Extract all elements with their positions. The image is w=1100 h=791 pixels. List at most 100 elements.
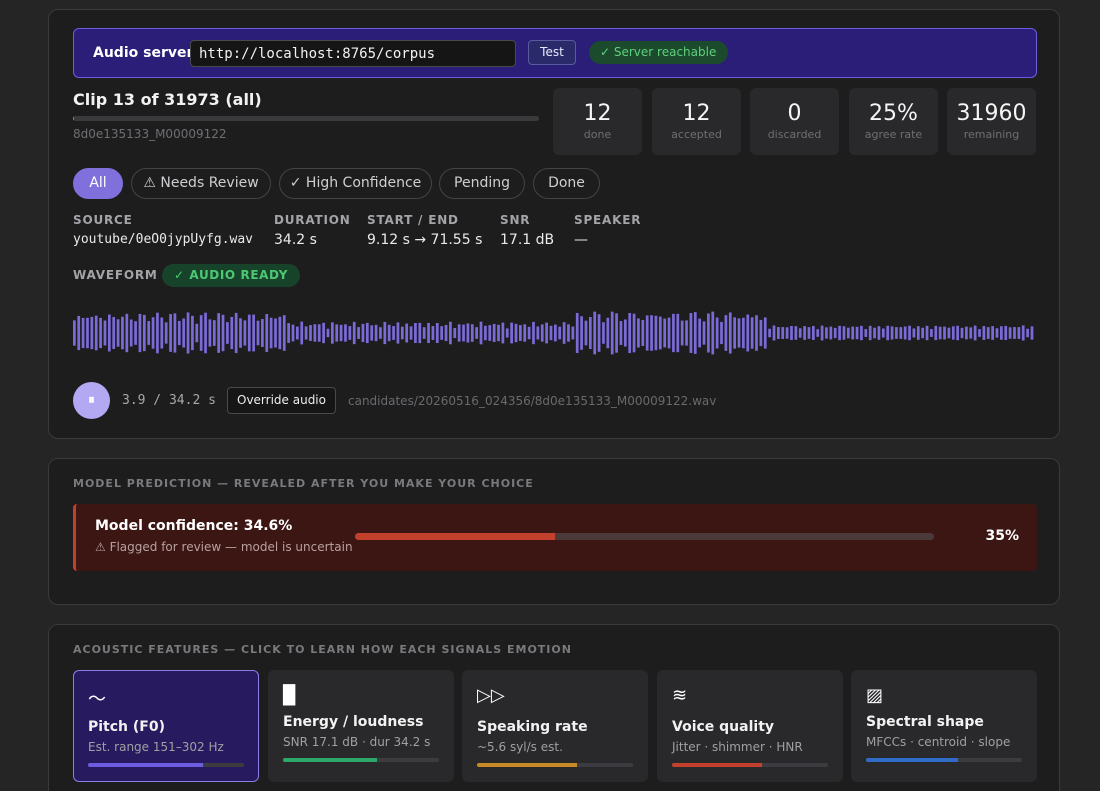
waveform-bar [322,322,325,344]
waveform-bar [794,326,798,340]
speaker-value: — [574,232,588,248]
waveform-bar [965,326,968,340]
feature-bar [477,763,633,767]
waveform-bar [282,315,286,351]
waveform-bar [370,325,374,341]
bar-icon: ▉ [283,685,297,706]
waveform-bar [125,313,129,353]
clip-card: Audio server: Test ✓ Server reachable Cl… [48,9,1060,439]
waveform-bar [680,320,684,346]
feature-bar [866,758,1022,762]
feature-card-spectral-shape[interactable]: ▨ Spectral shape MFCCs · centroid · slop… [851,670,1037,782]
waveform-bar [405,323,409,343]
audio-server-url-input[interactable] [190,40,516,67]
waveform-bar [838,325,841,341]
waveform-bar [86,317,89,349]
waveform-bar [938,326,942,340]
filter-done[interactable]: Done [533,168,600,199]
waveform-bar [234,312,238,354]
waveform-bar [903,326,907,340]
feature-bar [283,758,439,762]
pause-icon[interactable]: ⏸ [73,382,110,419]
waveform-bar [623,319,627,347]
clip-id: 8d0e135133_M00009122 [73,127,227,141]
waveform-bar [1000,326,1003,340]
waveform-bar [505,328,509,338]
waveform-bar [860,325,863,341]
waveform-bar [816,329,820,337]
waveform-bar [711,311,715,355]
feature-card-energy[interactable]: ▉ Energy / loudness SNR 17.1 dB · dur 34… [268,670,454,782]
waveform-bar [457,324,461,342]
waveform-bar [672,313,675,353]
waveform-bar [81,317,85,349]
feature-desc: ~5.6 syl/s est. [477,740,563,754]
waveform[interactable] [73,310,1035,356]
test-server-button[interactable]: Test [528,40,576,65]
waveform-bar [925,325,929,341]
waveform-bar [916,326,920,340]
feature-card-pitch[interactable]: 〜 Pitch (F0) Est. range 151–302 Hz [73,670,259,782]
feature-bar [88,763,244,767]
waveform-bar [313,324,317,342]
waveform-bar [969,327,973,339]
filter-all[interactable]: All [73,168,123,199]
waveform-bar [330,322,334,344]
waveform-bar [715,317,719,349]
waveform-bar [645,315,649,351]
waveform-bar [208,319,212,347]
waveform-bar [846,327,850,339]
feature-card-speaking-rate[interactable]: ▷▷ Speaking rate ~5.6 syl/s est. [462,670,648,782]
waveform-bar [444,324,448,342]
waveform-bar [540,324,544,342]
filter-pending[interactable]: Pending [439,168,525,199]
filter-needs-review[interactable]: ⚠ Needs Review [131,168,271,199]
waveform-bar [475,327,478,339]
waveform-bar [287,323,290,343]
stat-value: 25% [869,101,918,126]
waveform-bar [545,322,548,344]
waveform-bar [641,319,645,347]
override-audio-button[interactable]: Override audio [227,387,336,414]
waveform-bar [129,319,133,347]
feature-card-voice-quality[interactable]: ≋ Voice quality Jitter · shimmer · HNR [657,670,843,782]
waveform-bar [239,318,242,348]
waveform-bar [497,324,500,342]
waveform-bar [230,316,234,350]
waveform-bar [654,315,658,351]
waveform-bar [488,325,492,341]
waveform-bar [392,326,395,340]
speaker-heading: SPEAKER [574,213,642,227]
model-confidence-panel: Model confidence: 34.6% ⚠ Flagged for re… [73,504,1037,571]
waveform-bar [1013,327,1016,339]
waveform-bar [527,326,531,340]
stat-label: discarded [767,128,822,141]
waveform-bar [374,324,378,342]
audio-server-bar: Audio server: Test ✓ Server reachable [73,28,1037,78]
stat-value: 12 [583,101,612,126]
waveform-bar [689,313,693,353]
waveform-bar [658,316,662,350]
snr-heading: SNR [500,213,531,227]
waveform-bar [759,319,763,347]
waveform-bar [296,326,299,340]
waveform-bar [1017,327,1021,339]
waveform-bar [73,320,76,346]
waveform-bar [650,315,653,351]
waveform-bar [921,327,925,339]
waveform-bar [484,325,487,341]
waveform-bar [357,327,360,339]
waveform-bar [842,326,846,340]
acoustic-features-heading: ACOUSTIC FEATURES — CLICK TO LEARN HOW E… [73,643,572,656]
filter-high-confidence[interactable]: ✓ High Confidence [279,168,432,199]
waveform-bar [951,326,955,340]
audio-server-label: Audio server: [93,45,199,61]
stat-agree-rate: 25% agree rate [849,88,938,155]
waveform-bar [956,325,959,341]
waveform-bar [768,328,771,338]
waveform-bar [575,312,579,354]
waveform-bar [107,314,111,352]
waveform-bar [99,317,102,349]
waveform-bar [1021,325,1025,341]
stat-discarded: 0 discarded [750,88,839,155]
